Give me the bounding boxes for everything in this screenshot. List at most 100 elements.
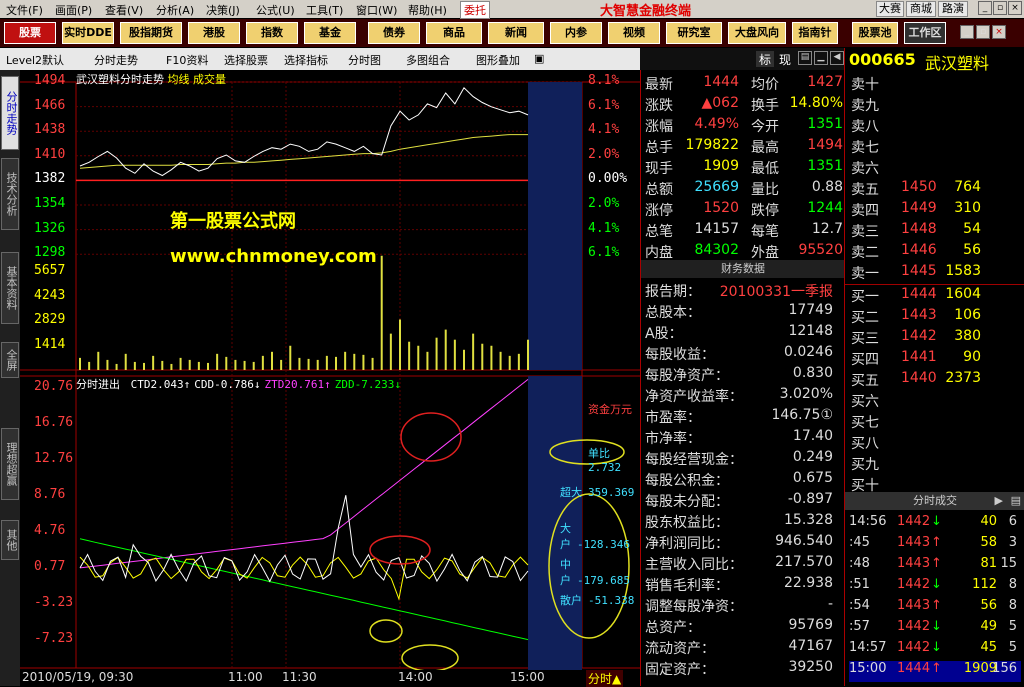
buy-row: 买六 [851,391,1021,412]
buy-level: 买七 [851,415,879,431]
panel-layout-icon[interactable]: ▤ [798,51,812,65]
toolbar-level2[interactable]: Level2默认 [6,52,64,68]
quote-value: 4.49% [694,116,739,132]
tick-price: 1443 [897,535,931,550]
quote-value: 0.88 [811,179,843,195]
nav-dde[interactable]: 实时DDE [62,22,114,44]
buy-price: 1443 [901,307,937,323]
window-min-icon[interactable]: _ [960,25,974,39]
nav-research[interactable]: 研究室 [666,22,722,44]
indicator-tick: 4.76 [34,523,66,538]
intraday-chart[interactable]: 武汉塑料分时走势 均线 成交量 1494 1466 1438 1410 1382 1354… [20,70,640,687]
tick-arrow-icon: ↑ [931,556,942,571]
window-restore-icon[interactable]: ▫ [976,25,990,39]
menu-formula[interactable]: 公式(U) [256,2,295,18]
quote-value: 14.80% [789,95,843,111]
restore-icon[interactable]: ▫ [993,1,1007,15]
side-tab-technical[interactable]: 技术分析 [1,158,19,230]
close-icon[interactable]: × [1008,1,1022,15]
window-close-icon[interactable]: × [992,25,1006,39]
price-tick: 1326 [34,220,66,236]
quote-value: 25669 [694,179,739,195]
nav-futures[interactable]: 股指期货 [120,22,182,44]
nav-stock[interactable]: 股票 [4,22,56,44]
toolbar-select-indicator[interactable]: 选择指标 [284,52,328,68]
menu-decision[interactable]: 决策(J) [206,2,240,18]
side-tab-intraday[interactable]: 分时走势 [1,76,19,150]
indicator-tick: -7.23 [34,631,74,646]
quote-key: 量比 [751,182,779,198]
nav-fund[interactable]: 基金 [304,22,356,44]
tab-xian[interactable]: 现 [776,51,794,67]
trade-tick-row: :54 1443 ↑ 56 8 [849,598,1021,619]
danbi-label: 单比 [588,447,610,460]
side-tab-other[interactable]: 其他 [1,520,19,560]
flow-row: 散户 -51.338 [560,592,634,608]
mall-button[interactable]: 商城 [906,1,936,17]
finance-row: 总资产： 95769 [645,617,843,638]
contest-button[interactable]: 大赛 [876,1,904,17]
nav-bond[interactable]: 债券 [368,22,420,44]
weituo-button[interactable]: 委托 [460,1,490,19]
side-tab-fundamentals[interactable]: 基本资料 [1,252,19,324]
toolbar-f10[interactable]: F10资料 [166,52,208,68]
nav-video[interactable]: 视频 [608,22,660,44]
sell-qty: 1583 [945,263,981,279]
side-tab-fullscreen[interactable]: 全屏 [1,342,19,378]
panel-minimize-icon[interactable]: ▁ [814,51,828,65]
nav-insider[interactable]: 内参 [550,22,602,44]
trade-tick-row: :57 1442 ↓ 49 5 [849,619,1021,640]
toolbar-overlay[interactable]: 图形叠加 [476,52,520,68]
toolbar-intraday-chart[interactable]: 分时图 [348,52,381,68]
finance-row: 销售毛利率： 22.938 [645,575,843,596]
menu-tools[interactable]: 工具(T) [306,2,343,18]
toolbar-settings-icon[interactable]: ▣ [534,52,544,65]
toolbar-intraday[interactable]: 分时走势 [94,52,138,68]
nav-stock-pool[interactable]: 股票池 [852,22,898,44]
indicator-tick: 8.76 [34,487,66,502]
side-tab-lixiang[interactable]: 理想超赢 [1,428,19,500]
sell-price: 1448 [901,221,937,237]
nav-market-wind[interactable]: 大盘风向 [728,22,786,44]
fenshi-toggle[interactable]: 分时▲ [586,670,624,687]
quote-value: 1909 [703,158,739,174]
price-tick: 1410 [34,146,66,162]
tick-qty: 58 [980,535,997,550]
nav-index[interactable]: 指数 [246,22,298,44]
menu-view[interactable]: 查看(V) [105,2,143,18]
minimize-icon[interactable]: _ [978,1,992,15]
chart-title: 武汉塑料分时走势 [76,73,164,86]
toolbar-select-stock[interactable]: 选择股票 [224,52,268,68]
trade-tick-row: :45 1443 ↑ 58 3 [849,535,1021,556]
menu-analysis[interactable]: 分析(A) [156,2,194,18]
nav-hk[interactable]: 港股 [188,22,240,44]
finance-key: 股东权益比： [645,515,729,531]
nav-workspace[interactable]: 工作区 [904,22,946,44]
roadshow-button[interactable]: 路演 [938,1,968,17]
tick-price: 1442 [897,640,931,655]
finance-value: 47167 [788,638,833,654]
sell-level: 卖八 [851,119,879,135]
menu-window[interactable]: 窗口(W) [356,2,397,18]
nav-commodity[interactable]: 商品 [426,22,482,44]
menu-help[interactable]: 帮助(H) [408,2,447,18]
finance-row: 固定资产： 39250 [645,659,843,680]
tab-biao[interactable]: 标 [756,51,774,67]
menu-file[interactable]: 文件(F) [6,2,43,18]
nav-news[interactable]: 新闻 [488,22,544,44]
sell-price: 1449 [901,200,937,216]
tick-price: 1443 [897,598,931,613]
tick-count: 6 [1008,514,1017,529]
indicator-arrow: ↑ [324,378,331,391]
finance-row: 每股经营现金： 0.249 [645,449,843,470]
tick-qty: 40 [980,514,997,529]
percent-tick: 6.1% [588,245,620,261]
panel-expand-icon[interactable]: ◀ [830,51,844,65]
nav-compass[interactable]: 指南针 [792,22,838,44]
toolbar-multi-chart[interactable]: 多图组合 [406,52,450,68]
menu-view-page[interactable]: 画面(P) [55,2,92,18]
ticks-next-icon[interactable]: ▶ [995,492,1003,510]
sell-row: 卖十 [851,74,1021,95]
tick-qty: 49 [980,619,997,634]
ticks-more-icon[interactable]: ▤ [1011,492,1021,510]
